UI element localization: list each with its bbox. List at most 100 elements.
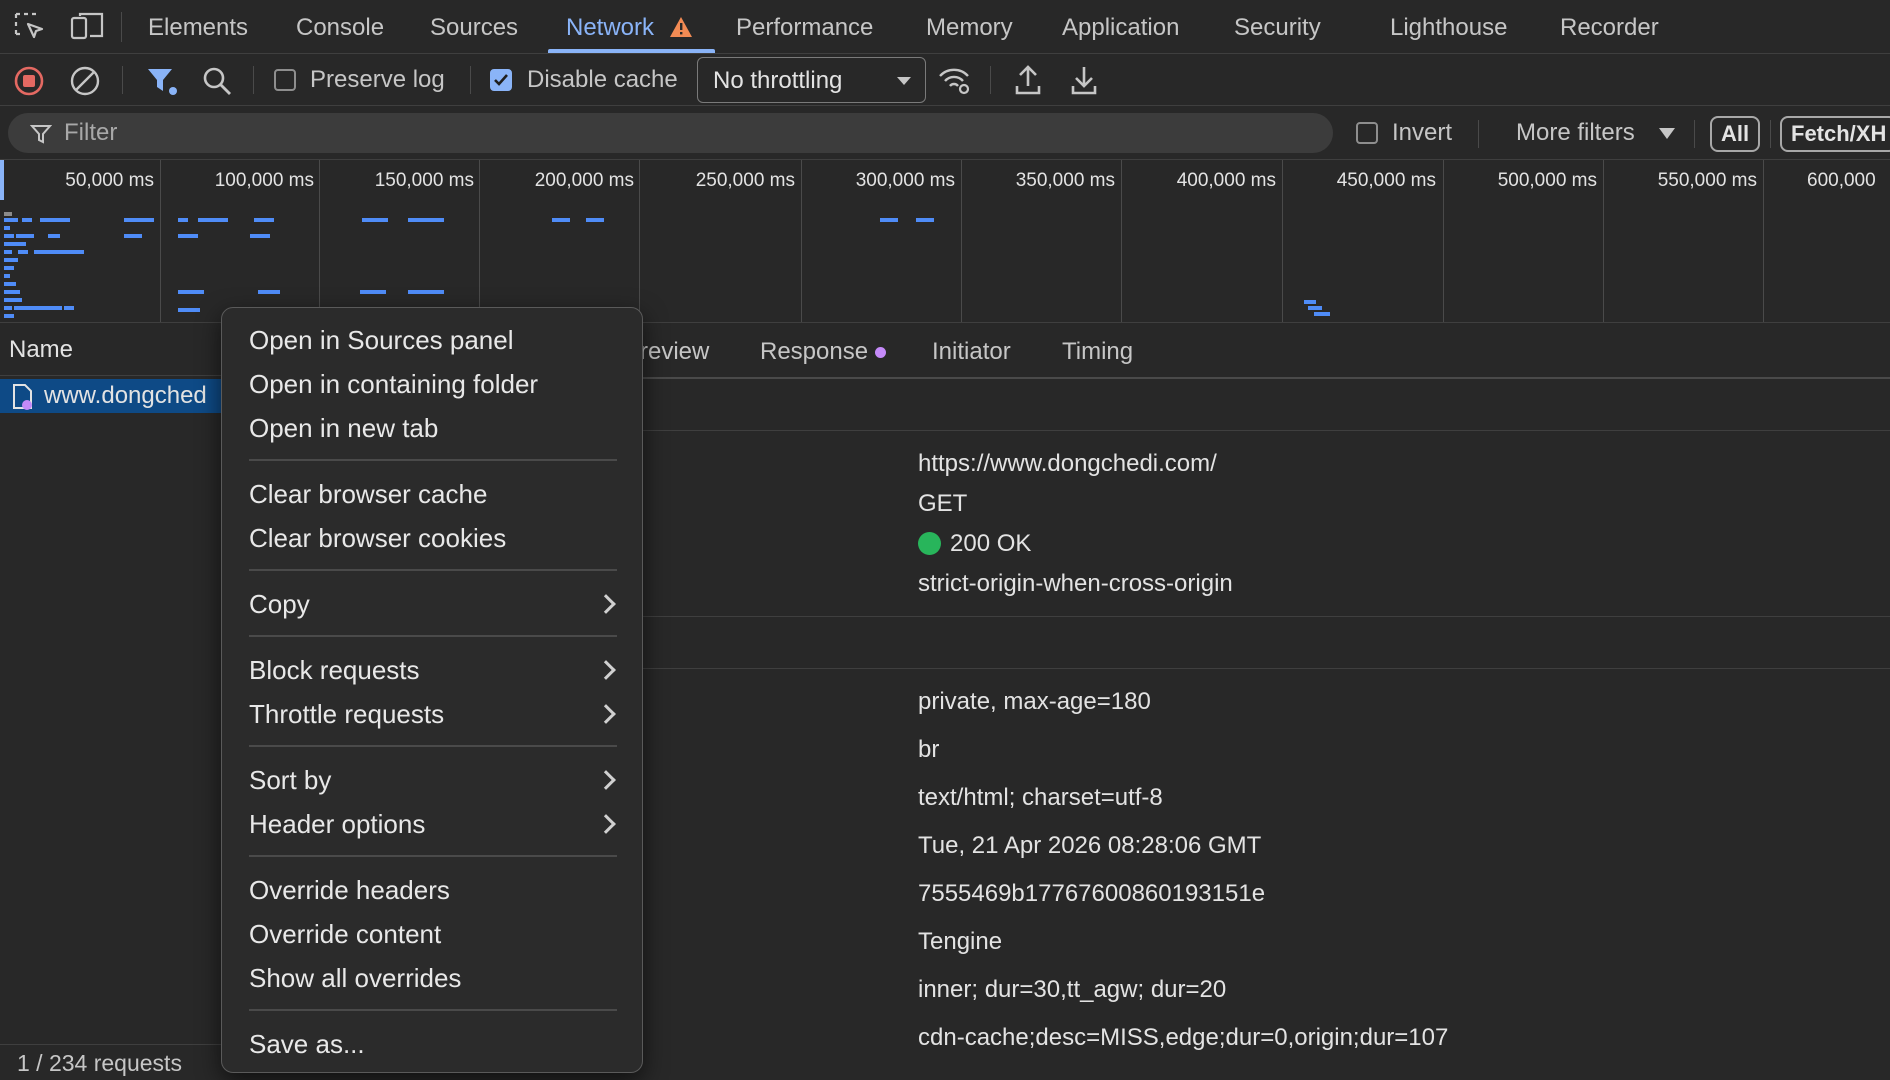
overview-request-bar bbox=[4, 290, 20, 294]
filter-funnel-icon[interactable] bbox=[146, 66, 178, 96]
overview-request-bar bbox=[4, 234, 14, 238]
filter-placeholder: Filter bbox=[64, 119, 118, 146]
chevron-right-icon bbox=[596, 704, 616, 724]
overview-request-bar bbox=[178, 218, 188, 222]
tab-network[interactable]: Network bbox=[566, 0, 692, 54]
divider bbox=[640, 668, 1890, 669]
overview-request-bar bbox=[124, 218, 154, 222]
throttling-value: No throttling bbox=[713, 67, 843, 94]
header-value: Tue, 21 Apr 2026 08:28:06 GMT bbox=[918, 832, 1262, 859]
request-row-selected[interactable]: www.dongched bbox=[0, 379, 222, 413]
menu-header-options[interactable]: Header options bbox=[249, 809, 425, 839]
menu-save-as[interactable]: Save as... bbox=[249, 1029, 365, 1059]
network-overview-timeline[interactable]: 50,000 ms 100,000 ms 150,000 ms 200,000 … bbox=[0, 160, 1890, 323]
tick-label: 50,000 ms bbox=[65, 170, 154, 191]
search-icon[interactable] bbox=[202, 66, 232, 96]
menu-open-in-sources[interactable]: Open in Sources panel bbox=[249, 325, 514, 355]
device-toolbar-icon[interactable] bbox=[70, 12, 104, 42]
tab-memory[interactable]: Memory bbox=[926, 0, 1013, 54]
tab-initiator[interactable]: Initiator bbox=[932, 324, 1011, 380]
overview-request-bar bbox=[586, 218, 604, 222]
tab-elements[interactable]: Elements bbox=[148, 0, 248, 54]
tab-lighthouse[interactable]: Lighthouse bbox=[1390, 0, 1507, 54]
chevron-right-icon bbox=[596, 660, 616, 680]
stop-recording-icon[interactable] bbox=[14, 66, 44, 96]
filter-input[interactable]: Filter bbox=[8, 113, 1333, 153]
tick-label: 600,000 bbox=[1807, 170, 1876, 191]
overview-request-bar bbox=[880, 218, 898, 222]
header-value: private, max-age=180 bbox=[918, 688, 1151, 715]
gridline bbox=[1603, 160, 1604, 322]
preserve-log-checkbox[interactable] bbox=[274, 69, 296, 91]
menu-block-requests[interactable]: Block requests bbox=[249, 655, 420, 685]
network-conditions-icon[interactable] bbox=[938, 66, 972, 96]
tab-application[interactable]: Application bbox=[1062, 0, 1179, 54]
overview-request-bar bbox=[4, 250, 12, 254]
overview-request-bar bbox=[18, 250, 28, 254]
import-har-icon[interactable] bbox=[1014, 64, 1042, 96]
divider bbox=[1770, 120, 1771, 148]
tab-security[interactable]: Security bbox=[1234, 0, 1321, 54]
overview-request-bar bbox=[34, 250, 84, 254]
tab-response-label: Response bbox=[760, 338, 869, 365]
menu-separator bbox=[249, 1009, 617, 1011]
overview-request-bar bbox=[408, 290, 444, 294]
network-toolbar: Preserve log Disable cache No throttling bbox=[0, 54, 1890, 106]
menu-separator bbox=[249, 569, 617, 571]
menu-throttle-requests[interactable]: Throttle requests bbox=[249, 699, 444, 729]
more-filters-button[interactable]: More filters bbox=[1516, 106, 1635, 160]
overview-request-bar bbox=[408, 218, 444, 222]
menu-clear-cache[interactable]: Clear browser cache bbox=[249, 479, 487, 509]
filter-icon bbox=[30, 123, 52, 145]
export-har-icon[interactable] bbox=[1070, 64, 1098, 96]
menu-open-in-folder[interactable]: Open in containing folder bbox=[249, 369, 538, 399]
type-filter-fetch-xhr[interactable]: Fetch/XH bbox=[1780, 116, 1890, 152]
clear-icon[interactable] bbox=[70, 66, 100, 96]
menu-open-in-new-tab[interactable]: Open in new tab bbox=[249, 413, 438, 443]
tick-label: 450,000 ms bbox=[1336, 170, 1436, 191]
overview-request-bar bbox=[180, 322, 200, 323]
tab-recorder[interactable]: Recorder bbox=[1560, 0, 1659, 54]
name-column-header[interactable]: Name bbox=[0, 324, 222, 376]
menu-show-all-overrides[interactable]: Show all overrides bbox=[249, 963, 461, 993]
tick-label: 150,000 ms bbox=[374, 170, 474, 191]
overview-request-bar bbox=[178, 308, 200, 312]
tab-performance[interactable]: Performance bbox=[736, 0, 873, 54]
inspect-element-icon[interactable] bbox=[14, 12, 46, 42]
header-value: cdn-cache;desc=MISS,edge;dur=0,origin;du… bbox=[918, 1024, 1449, 1051]
disable-cache-checkbox[interactable] bbox=[490, 69, 512, 91]
overview-request-bar bbox=[34, 322, 64, 323]
overview-request-bar bbox=[4, 266, 14, 270]
tick-label: 500,000 ms bbox=[1497, 170, 1597, 191]
type-filter-all[interactable]: All bbox=[1710, 116, 1761, 152]
tick-label: 100,000 ms bbox=[214, 170, 314, 191]
invert-checkbox[interactable] bbox=[1356, 122, 1378, 144]
menu-sort-by[interactable]: Sort by bbox=[249, 765, 331, 795]
document-icon bbox=[12, 383, 34, 411]
overview-request-bar bbox=[1314, 312, 1330, 316]
tab-timing[interactable]: Timing bbox=[1062, 324, 1133, 380]
details-tab-bar: review Response Initiator Timing bbox=[640, 324, 1890, 379]
menu-clear-cookies[interactable]: Clear browser cookies bbox=[249, 523, 506, 553]
menu-copy[interactable]: Copy bbox=[249, 589, 310, 619]
chevron-right-icon bbox=[596, 770, 616, 790]
throttling-select[interactable]: No throttling bbox=[697, 57, 926, 103]
overview-request-bar bbox=[40, 218, 64, 222]
gridline bbox=[961, 160, 962, 322]
menu-override-content[interactable]: Override content bbox=[249, 919, 441, 949]
overview-request-bar bbox=[4, 226, 10, 230]
overview-request-bar bbox=[1304, 300, 1316, 304]
gridline bbox=[1443, 160, 1444, 322]
overview-request-bar bbox=[4, 218, 18, 222]
status-code-text: 200 OK bbox=[950, 530, 1032, 557]
overview-window-handle[interactable] bbox=[0, 160, 4, 200]
overview-request-bar bbox=[4, 298, 22, 302]
tab-sources[interactable]: Sources bbox=[430, 0, 518, 54]
overview-request-bar bbox=[4, 306, 12, 310]
tab-response[interactable]: Response bbox=[760, 324, 887, 380]
tick-label: 300,000 ms bbox=[855, 170, 955, 191]
tick-label: 350,000 ms bbox=[1015, 170, 1115, 191]
tab-console[interactable]: Console bbox=[296, 0, 384, 54]
menu-override-headers[interactable]: Override headers bbox=[249, 875, 450, 905]
tab-preview[interactable]: review bbox=[640, 324, 709, 380]
